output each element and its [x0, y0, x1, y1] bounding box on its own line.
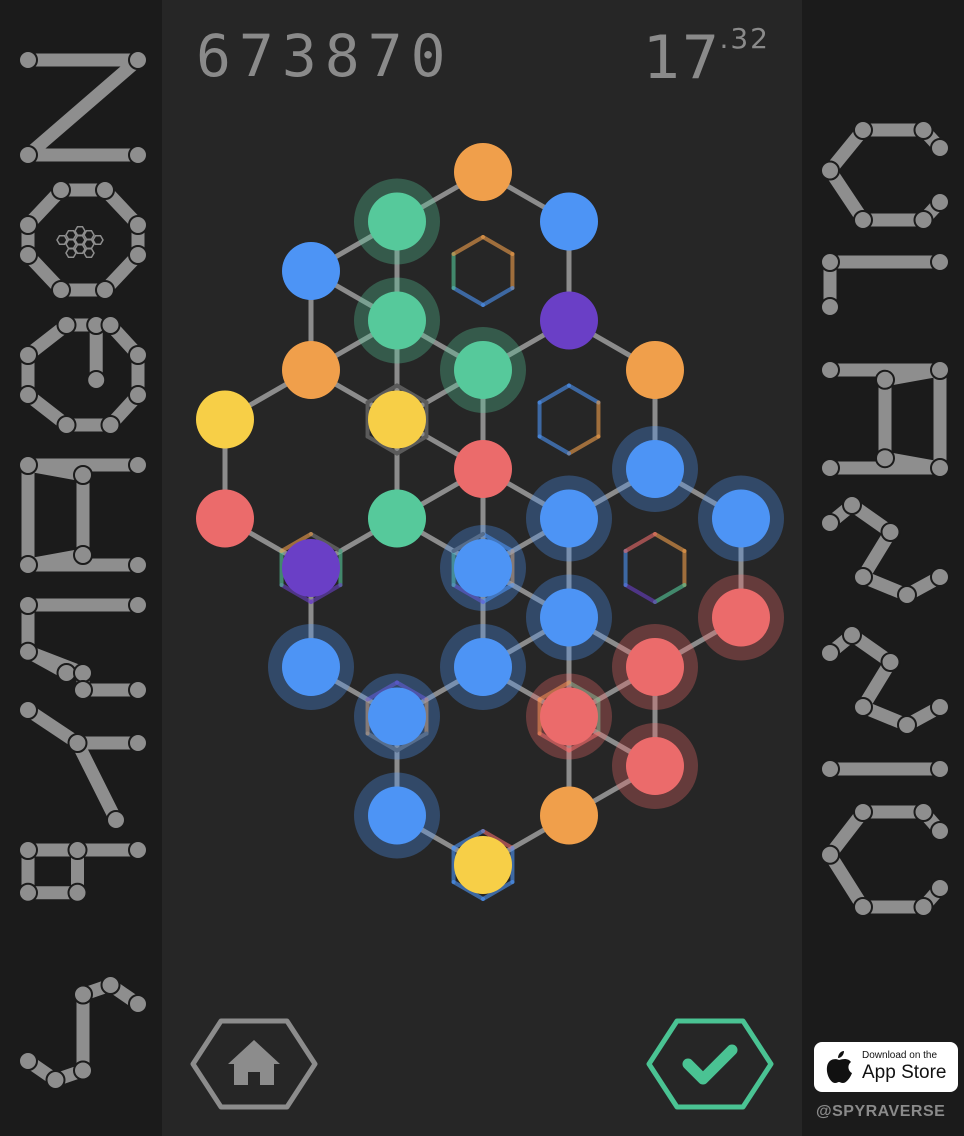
color-node-orange[interactable] [454, 143, 512, 201]
color-node-blue[interactable] [268, 624, 354, 710]
title-letter-s [18, 975, 148, 1090]
color-node-orange[interactable] [540, 786, 598, 845]
title-letter-r [18, 595, 148, 700]
app-store-line1: Download on the [862, 1050, 938, 1061]
title-letter-s [820, 495, 950, 605]
color-node-blue[interactable] [698, 475, 784, 562]
color-node-blue[interactable] [540, 192, 598, 251]
color-node-blue[interactable] [526, 574, 612, 661]
color-node-blue[interactable] [526, 475, 612, 562]
color-node-orange[interactable] [282, 341, 340, 399]
color-node-blue[interactable] [354, 673, 440, 760]
title-letter-c [820, 802, 950, 917]
title-letter-p [18, 840, 148, 903]
home-button[interactable] [190, 1018, 318, 1110]
color-node-purple[interactable] [282, 539, 340, 597]
color-node-blue[interactable] [282, 242, 340, 300]
spyragon-logo-title [18, 50, 148, 1090]
color-node-blue[interactable] [440, 525, 526, 611]
color-node-orange[interactable] [626, 341, 684, 399]
app-store-badge[interactable]: Download on the App Store [814, 1042, 958, 1092]
color-node-red[interactable] [196, 489, 254, 548]
color-node-red[interactable] [526, 673, 612, 760]
color-node-red[interactable] [612, 624, 698, 710]
app-store-line2: App Store [862, 1062, 947, 1083]
classic-mode-title [820, 120, 950, 917]
checkmark-icon [682, 1044, 738, 1085]
title-letter-s [820, 625, 950, 735]
color-node-purple[interactable] [540, 291, 598, 350]
hex-cell-rotator[interactable] [447, 235, 519, 307]
title-letter-g [18, 315, 148, 435]
color-node-green[interactable] [354, 277, 440, 364]
title-letter-o [18, 180, 148, 300]
left-title-panel [0, 0, 162, 1136]
color-node-red[interactable] [698, 574, 784, 661]
hex-puzzle-board [196, 143, 784, 901]
color-node-blue[interactable] [612, 426, 698, 512]
title-letter-l [820, 252, 950, 317]
color-node-red[interactable] [454, 440, 512, 498]
color-node-yellow[interactable] [368, 390, 426, 449]
title-letter-y [18, 700, 148, 830]
title-letter-a [820, 360, 950, 478]
title-letter-n [18, 50, 148, 165]
apple-icon [826, 1051, 852, 1083]
hex-cell-rotator[interactable] [619, 532, 691, 604]
color-node-red[interactable] [612, 723, 698, 809]
color-node-blue[interactable] [440, 624, 526, 710]
hex-grid-emblem-icon [56, 225, 104, 259]
color-node-green[interactable] [354, 178, 440, 265]
game-board-panel: 673870 17.32 [162, 0, 802, 1136]
color-node-yellow[interactable] [196, 390, 254, 449]
social-handle: @SPYRAVERSE [816, 1103, 946, 1120]
title-letter-i [820, 759, 950, 779]
color-node-blue[interactable] [354, 772, 440, 859]
right-title-panel: Download on the App Store @SPYRAVERSE [802, 0, 964, 1136]
color-node-yellow[interactable] [454, 836, 512, 894]
title-letter-c [820, 120, 950, 230]
confirm-button[interactable] [646, 1018, 774, 1110]
color-node-green[interactable] [368, 489, 426, 548]
title-letter-a [18, 455, 148, 575]
home-icon [228, 1040, 280, 1085]
color-node-green[interactable] [440, 327, 526, 413]
hex-cell-rotator[interactable] [533, 383, 605, 456]
